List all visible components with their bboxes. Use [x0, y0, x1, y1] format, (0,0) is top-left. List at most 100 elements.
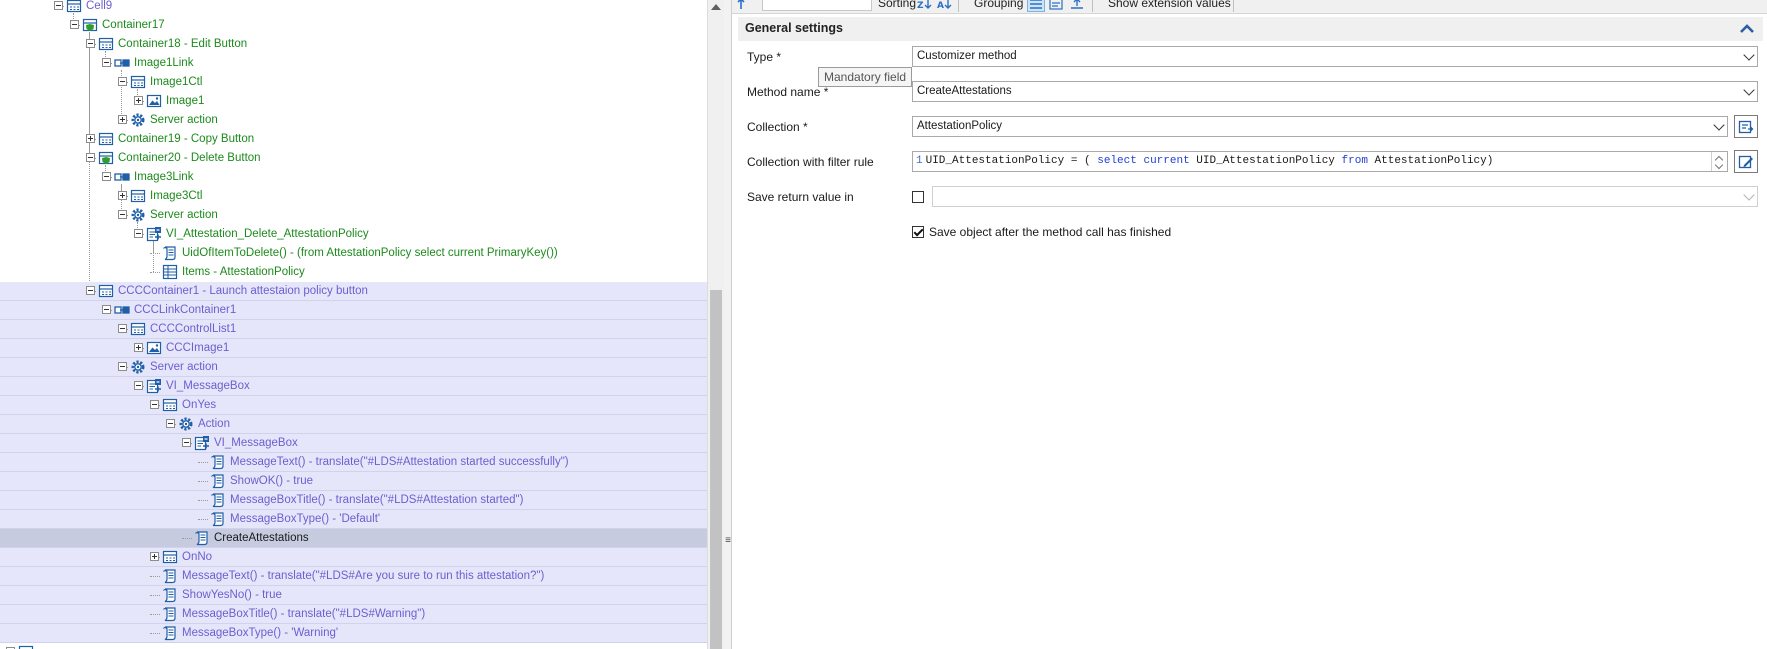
search-input[interactable]	[762, 0, 872, 11]
tree-row[interactable]: Image1Link	[0, 54, 707, 73]
tree-row[interactable]: Server action	[0, 358, 707, 377]
shield-container-icon	[82, 17, 98, 33]
tree-row[interactable]: UidOfItemToDelete() - (from AttestationP…	[0, 244, 707, 263]
pin-icon[interactable]	[732, 0, 750, 12]
tree-row[interactable]: OnNo	[0, 548, 707, 567]
group-collapse-icon[interactable]	[1047, 0, 1065, 12]
tree-item-label: Cell9	[86, 0, 113, 12]
chevron-down-icon[interactable]	[1714, 160, 1724, 170]
edit-filter-button[interactable]	[1734, 150, 1758, 173]
script-icon	[162, 568, 178, 584]
tree-connector	[150, 576, 160, 577]
expand-toggle-icon[interactable]	[86, 134, 95, 143]
sort-za-icon[interactable]: Z	[916, 0, 934, 12]
tree-row[interactable]	[0, 643, 707, 649]
chevron-up-icon[interactable]	[1739, 21, 1755, 37]
editor-spinner[interactable]	[1711, 152, 1727, 171]
tree-row[interactable]: MessageText() - translate("#LDS#Attestat…	[0, 453, 707, 472]
tree-row[interactable]: MessageBoxType() - 'Default'	[0, 510, 707, 529]
collapse-toggle-icon[interactable]	[166, 419, 175, 428]
tree-row[interactable]: Image3Ctl	[0, 187, 707, 206]
collapse-toggle-icon[interactable]	[102, 305, 111, 314]
collection-select[interactable]: AttestationPolicy	[912, 116, 1728, 137]
save-return-select[interactable]	[932, 186, 1758, 207]
tree-row[interactable]: MessageBoxType() - 'Warning'	[0, 624, 707, 643]
tree-row[interactable]: VI_Attestation_Delete_AttestationPolicy	[0, 225, 707, 244]
collapse-toggle-icon[interactable]	[118, 210, 127, 219]
expand-toggle-icon[interactable]	[150, 552, 159, 561]
expand-toggle-icon[interactable]	[118, 191, 127, 200]
collapse-toggle-icon[interactable]	[86, 286, 95, 295]
collapse-toggle-icon[interactable]	[150, 400, 159, 409]
collapse-toggle-icon[interactable]	[86, 153, 95, 162]
tree-row[interactable]: CCCContainer1 - Launch attestaion policy…	[0, 282, 707, 301]
collapse-toggle-icon[interactable]	[134, 381, 143, 390]
expand-toggle-icon[interactable]	[118, 115, 127, 124]
type-select[interactable]: Customizer method	[912, 46, 1758, 67]
tree-item-label: Image3Link	[134, 171, 194, 183]
expand-toggle-icon[interactable]	[134, 96, 143, 105]
method-name-select[interactable]: CreateAttestations	[912, 81, 1758, 102]
chevron-down-icon[interactable]	[1713, 119, 1725, 131]
tree-row[interactable]: CCCControlList1	[0, 320, 707, 339]
group-expand-icon[interactable]	[1068, 0, 1086, 12]
collapse-toggle-icon[interactable]	[182, 438, 191, 447]
tree-row[interactable]: Image1	[0, 92, 707, 111]
script-icon	[194, 530, 210, 546]
tree-row[interactable]: Server action	[0, 111, 707, 130]
tree-row[interactable]: Container17	[0, 16, 707, 35]
tree-row[interactable]: Action	[0, 415, 707, 434]
scrollbar-thumb[interactable]	[710, 290, 722, 649]
tree-row[interactable]: Items - AttestationPolicy	[0, 263, 707, 282]
collapse-toggle-icon[interactable]	[134, 229, 143, 238]
collapse-toggle-icon[interactable]	[118, 362, 127, 371]
sort-az-icon[interactable]: A	[936, 0, 954, 12]
save-object-checkbox[interactable]	[912, 226, 924, 238]
splitter-grip-icon[interactable]: ≡	[724, 536, 732, 546]
tree-row[interactable]: OnYes	[0, 396, 707, 415]
save-return-checkbox[interactable]	[912, 191, 924, 203]
collapse-toggle-icon[interactable]	[70, 20, 79, 29]
link-icon	[114, 302, 130, 318]
chevron-down-icon[interactable]	[1743, 84, 1755, 96]
tree-item-label: Container20 - Delete Button	[118, 152, 261, 164]
filter-rule-editor[interactable]: 1 UID_AttestationPolicy = ( select curren…	[912, 151, 1728, 172]
tree-row[interactable]: MessageText() - translate("#LDS#Are you …	[0, 567, 707, 586]
tree-row[interactable]: Container19 - Copy Button	[0, 130, 707, 149]
tree-row[interactable]: CreateAttestations	[0, 529, 707, 548]
tree-row[interactable]: ShowOK() - true	[0, 472, 707, 491]
tree-row[interactable]: MessageBoxTitle() - translate("#LDS#Warn…	[0, 605, 707, 624]
tree-row[interactable]: Server action	[0, 206, 707, 225]
chevron-down-icon[interactable]	[1743, 49, 1755, 61]
chevron-down-icon[interactable]	[1743, 189, 1755, 201]
tree-row[interactable]: VI_MessageBox	[0, 377, 707, 396]
tree-row[interactable]: Cell9	[0, 0, 707, 16]
collapse-toggle-icon[interactable]	[86, 39, 95, 48]
tree-row[interactable]: Container20 - Delete Button	[0, 149, 707, 168]
general-settings-header[interactable]: General settings	[738, 17, 1763, 41]
scroll-up-arrow-icon[interactable]	[711, 4, 721, 10]
tree-row[interactable]: Image3Link	[0, 168, 707, 187]
collection-action-button[interactable]	[1734, 115, 1758, 138]
collapse-toggle-icon[interactable]	[118, 324, 127, 333]
tree-vertical-scrollbar[interactable]	[707, 0, 724, 649]
collapse-toggle-icon[interactable]	[54, 1, 63, 10]
tree-row[interactable]: Image1Ctl	[0, 73, 707, 92]
collapse-toggle-icon[interactable]	[102, 172, 111, 181]
group-by-category-icon[interactable]	[1027, 0, 1045, 12]
tree-row[interactable]: ShowYesNo() - true	[0, 586, 707, 605]
tree-item-label: MessageBoxTitle() - translate("#LDS#Warn…	[182, 608, 426, 620]
tree-row[interactable]: CCCLinkContainer1	[0, 301, 707, 320]
tree-row[interactable]: MessageBoxTitle() - translate("#LDS#Atte…	[0, 491, 707, 510]
tree-item-label: Action	[198, 418, 230, 430]
tree-row[interactable]: CCCImage1	[0, 339, 707, 358]
show-extension-values-button[interactable]: Show extension values	[1108, 0, 1231, 10]
panel-splitter[interactable]: ≡	[724, 0, 732, 649]
tree-row[interactable]: VI_MessageBox	[0, 434, 707, 453]
object-tree[interactable]: Cell9 Container17 Container18 - Edit Butto…	[0, 0, 707, 649]
tree-item-label: OnYes	[182, 399, 217, 411]
collapse-toggle-icon[interactable]	[102, 58, 111, 67]
collapse-toggle-icon[interactable]	[118, 77, 127, 86]
tree-row[interactable]: Container18 - Edit Button	[0, 35, 707, 54]
expand-toggle-icon[interactable]	[134, 343, 143, 352]
